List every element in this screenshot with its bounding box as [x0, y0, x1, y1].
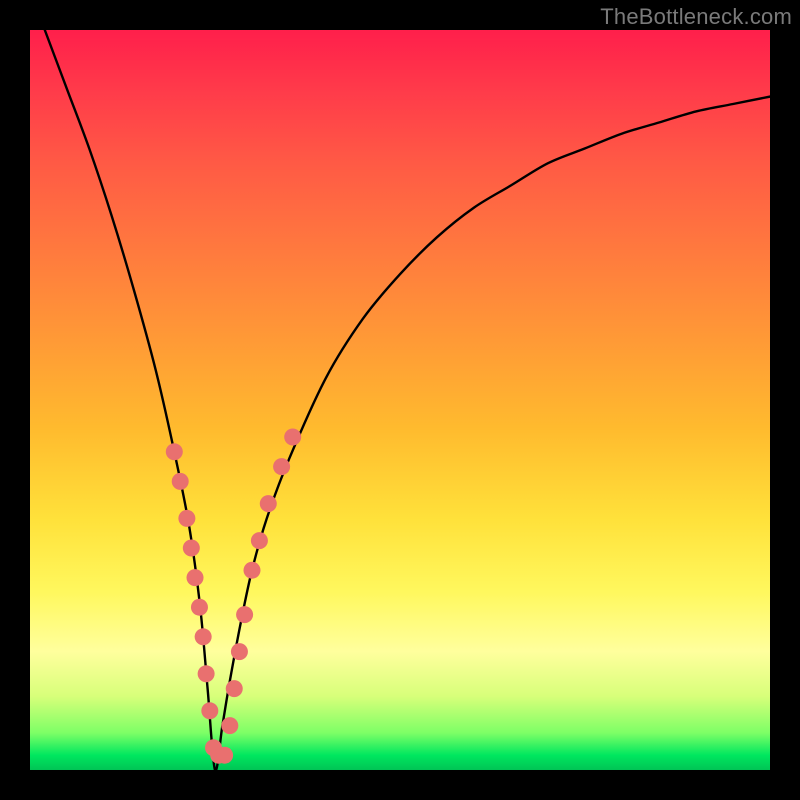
bottleneck-chart [30, 30, 770, 770]
data-marker [251, 532, 268, 549]
chart-frame: TheBottleneck.com [0, 0, 800, 800]
data-marker [236, 606, 253, 623]
data-marker [178, 510, 195, 527]
data-marker [198, 665, 215, 682]
plot-area [30, 30, 770, 770]
data-marker [216, 747, 233, 764]
data-marker [191, 599, 208, 616]
data-marker [172, 473, 189, 490]
watermark-text: TheBottleneck.com [600, 4, 792, 30]
bottleneck-curve-path [45, 30, 770, 770]
data-marker [244, 562, 261, 579]
data-marker [187, 569, 204, 586]
data-marker [183, 540, 200, 557]
data-marker [201, 702, 218, 719]
data-marker [260, 495, 277, 512]
data-marker [195, 628, 212, 645]
data-marker [284, 429, 301, 446]
data-marker [226, 680, 243, 697]
data-marker [166, 443, 183, 460]
data-marker [221, 717, 238, 734]
data-marker [273, 458, 290, 475]
data-marker [231, 643, 248, 660]
